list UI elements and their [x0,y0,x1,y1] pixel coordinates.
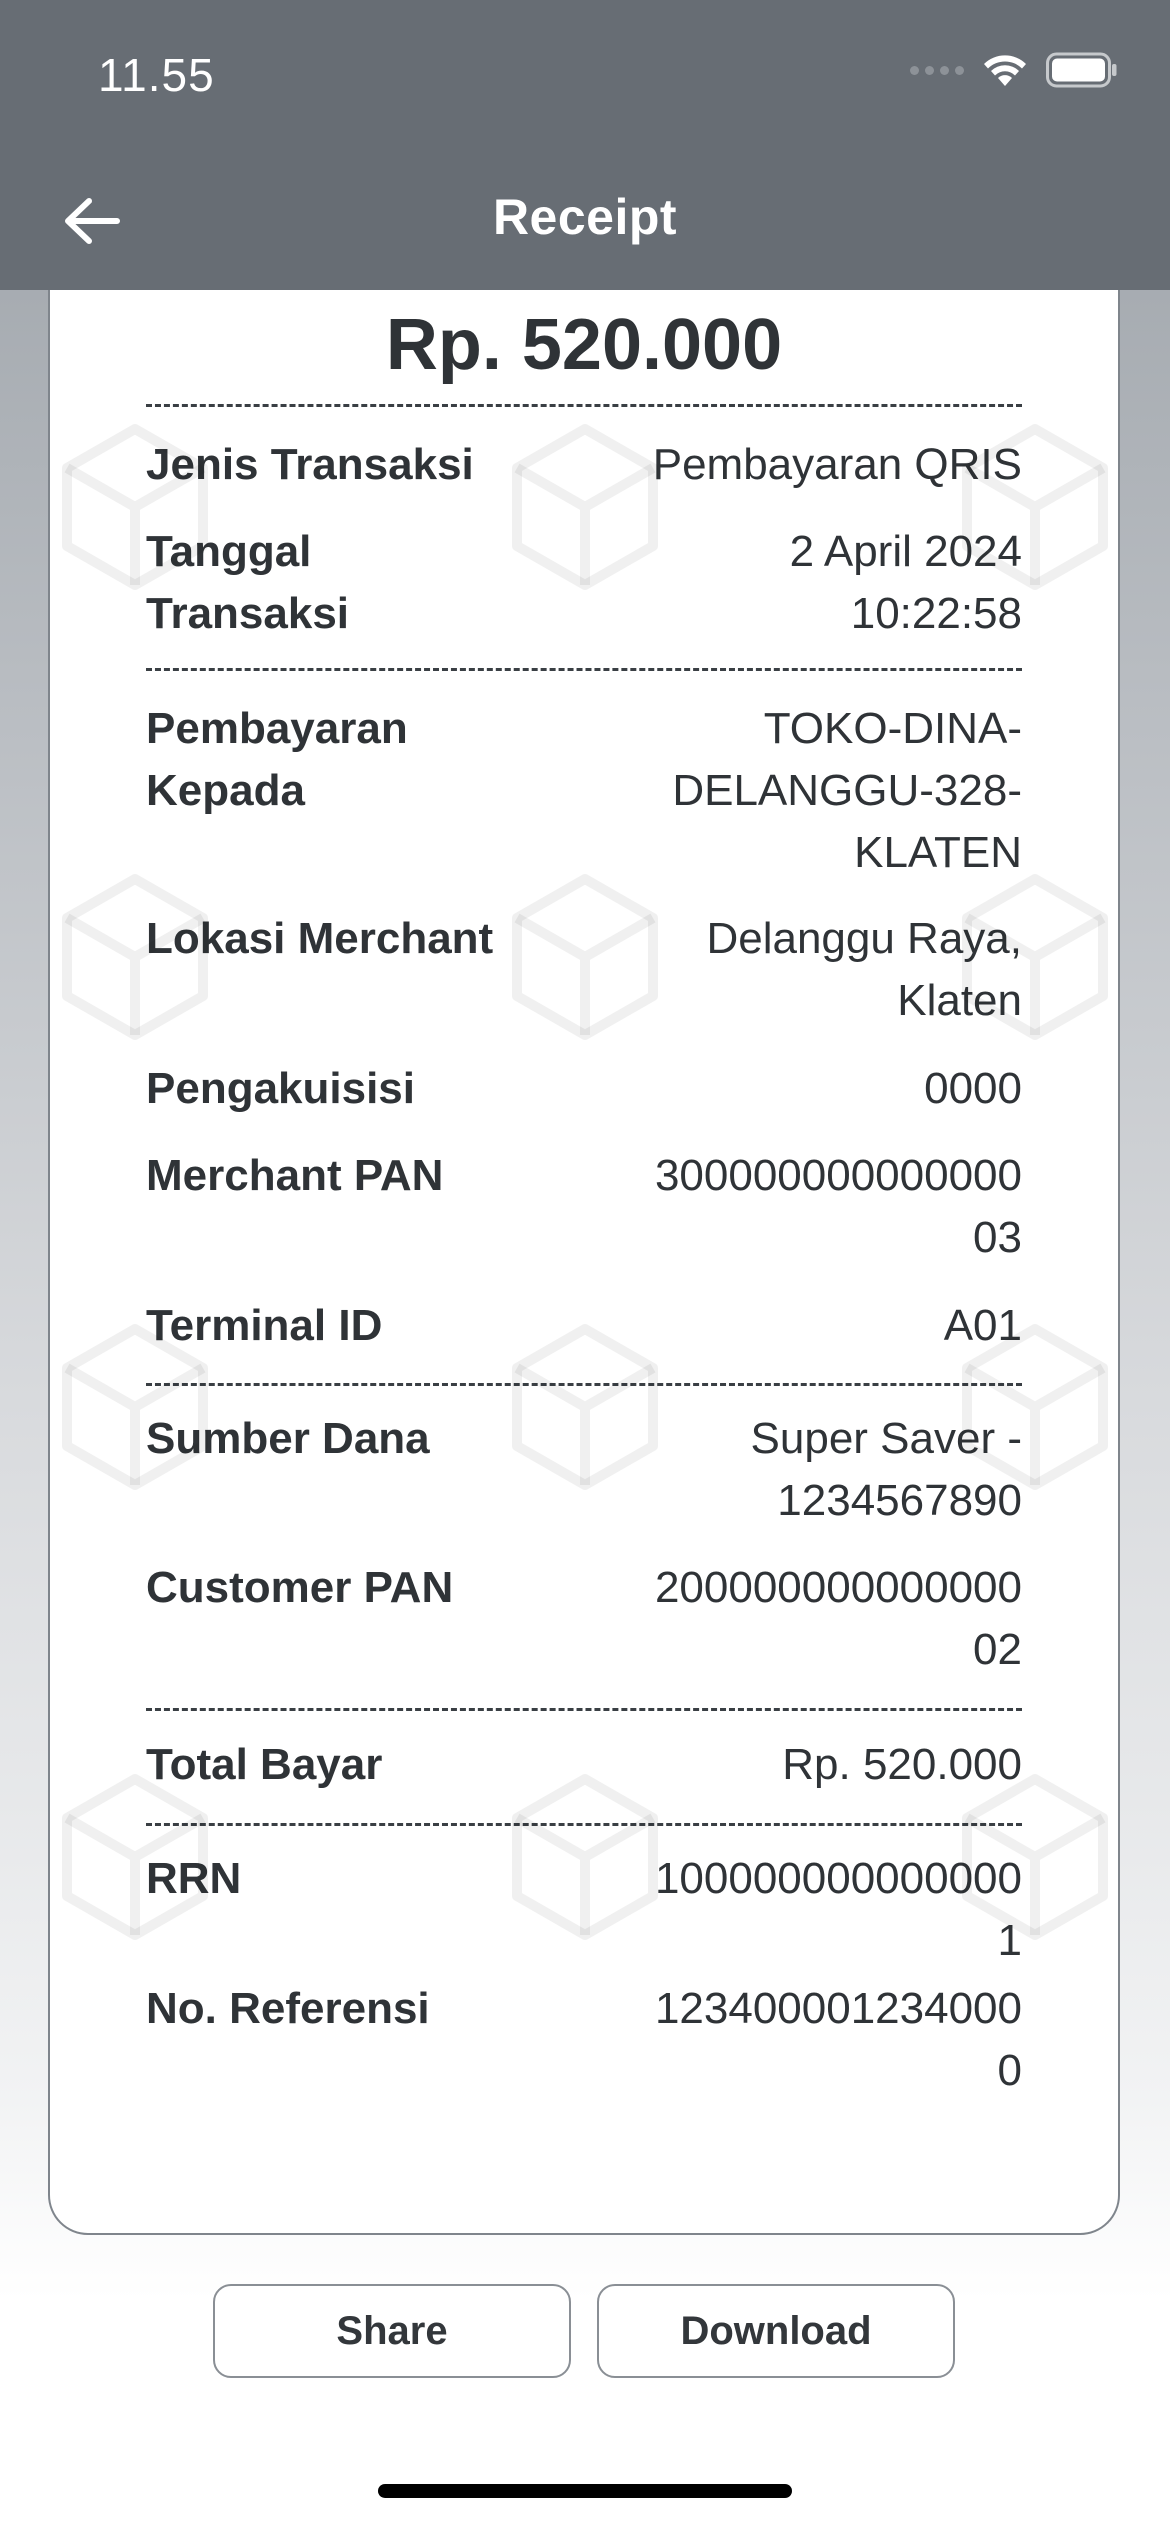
page-title: Receipt [492,189,678,245]
receipt-amount: Rp. 520.000 [385,305,783,385]
row-label: Pengakuisisi [146,1064,416,1113]
receipt-card: Rp. 520.000 Jenis Transaksi Pembayaran Q… [48,290,1120,2235]
row-label: Customer PAN [146,1563,454,1612]
row-value: Delanggu Raya, Klaten [706,914,1022,1025]
wifi-icon [984,55,1026,86]
divider [146,1823,1022,1826]
row-label: Terminal ID [146,1301,383,1350]
row-label: Tanggal Transaksi [146,527,350,638]
download-button[interactable]: Download [597,2284,955,2378]
row-label: Lokasi Merchant [146,914,494,963]
row-label: Merchant PAN [146,1151,444,1200]
divider [146,668,1022,671]
row-value: 300000000000000 03 [654,1151,1022,1262]
row-value: 100000000000000 1 [654,1854,1022,1965]
row-value: A01 [943,1301,1022,1350]
row-label: Jenis Transaksi [146,440,474,489]
row-value: Rp. 520.000 [782,1740,1022,1789]
divider [146,1708,1022,1711]
nav-bar: Receipt [0,150,1170,290]
home-indicator[interactable] [378,2484,792,2498]
status-time: 11.55 [98,49,215,101]
share-button[interactable]: Share [213,2284,571,2378]
row-label: RRN [146,1854,242,1903]
row-value: TOKO-DINA- DELANGGU-328- KLATEN [672,704,1022,877]
row-value: 200000000000000 02 [654,1563,1022,1674]
divider [146,1383,1022,1386]
row-value: 0000 [924,1064,1022,1113]
row-value: Super Saver - 1234567890 [750,1414,1022,1525]
row-label: No. Referensi [146,1984,430,2033]
row-value: 123400001234000 0 [654,1984,1022,2095]
row-label: Pembayaran Kepada [146,704,408,815]
battery-icon [1046,52,1117,88]
row-label: Total Bayar [146,1740,383,1789]
row-label: Sumber Dana [146,1414,430,1463]
status-bar: 11.55 [0,0,1170,150]
cellular-signal-icon [910,65,964,75]
divider [146,404,1022,407]
row-value: Pembayaran QRIS [652,440,1022,489]
row-value: 2 April 2024 10:22:58 [789,527,1022,638]
status-icons [910,52,1118,88]
